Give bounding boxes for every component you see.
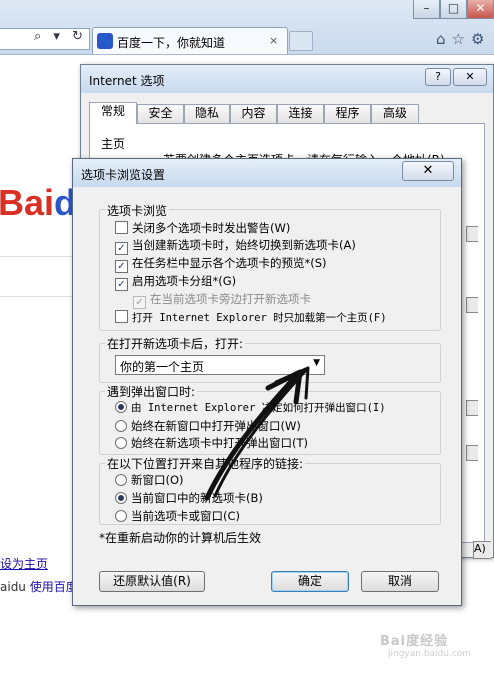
annotation-arrow — [204, 366, 310, 501]
watermark: Bai度经验 jingyan.baidu.com — [380, 634, 472, 659]
tab-general[interactable]: 常规 — [89, 102, 137, 124]
